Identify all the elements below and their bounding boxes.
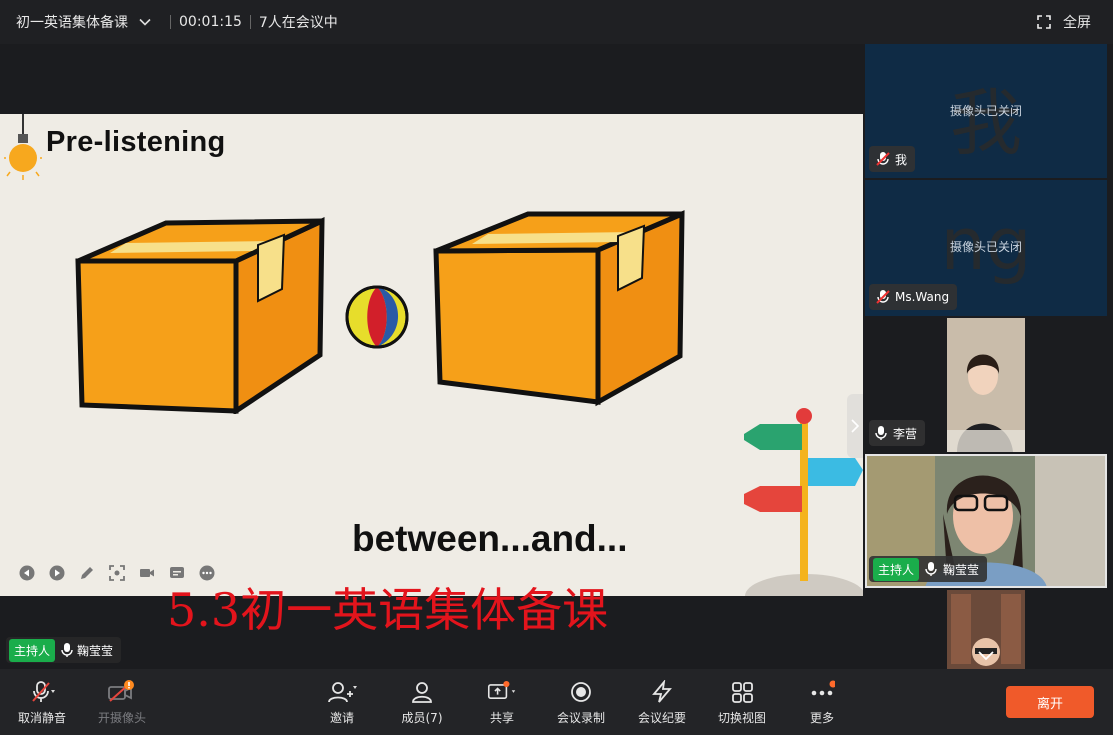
switch-view-button[interactable]: 切换视图 [712, 669, 772, 735]
pen-icon[interactable] [78, 564, 95, 581]
participant-tile[interactable] [865, 590, 1107, 669]
camera-off-status: 摄像头已关闭 [949, 104, 1022, 118]
elapsed-time: 00:01:15 [179, 14, 242, 30]
participant-tile[interactable]: ng 摄像头已关闭 Ms.Wang [865, 180, 1107, 316]
next-slide-icon[interactable] [48, 564, 65, 581]
participant-name-tag: Ms.Wang [869, 284, 958, 310]
microphone-muted-icon [876, 152, 890, 166]
share-screen-icon [487, 680, 516, 699]
presentation-slide[interactable]: Pre-listening between...and... [0, 114, 863, 596]
more-label: 更多 [809, 710, 834, 725]
fullscreen-button[interactable]: 全屏 [1037, 0, 1091, 44]
host-badge: 主持人 [9, 638, 56, 662]
grid-view-icon [732, 681, 753, 703]
start-camera-button[interactable]: 开摄像头 [90, 669, 154, 735]
participant-tile-active-speaker[interactable]: 主持人 鞠莹莹 [865, 454, 1107, 588]
divider [170, 15, 171, 29]
members-button[interactable]: 成员(7) [392, 669, 452, 735]
record-icon [571, 681, 591, 702]
record-button[interactable]: 会议录制 [551, 669, 611, 735]
participant-name: 鞠莹莹 [943, 562, 980, 577]
unmute-label: 取消静音 [17, 710, 66, 725]
speaker-badge: 主持人 鞠莹莹 [6, 637, 122, 663]
participant-name-tag: 主持人 鞠莹莹 [869, 556, 988, 582]
microphone-icon [875, 426, 887, 440]
fullscreen-icon [1037, 15, 1051, 29]
minutes-button[interactable]: 会议纪要 [632, 669, 692, 735]
signpost-illustration [744, 408, 863, 596]
microphone-icon [61, 643, 73, 657]
participant-tile[interactable]: 李营 [865, 318, 1107, 452]
screenshot-icon[interactable] [108, 564, 125, 581]
minutes-label: 会议纪要 [637, 710, 686, 725]
unmute-button[interactable]: 取消静音 [10, 669, 74, 735]
participant-name: 我 [895, 152, 908, 167]
add-user-icon [328, 681, 357, 702]
beach-ball-illustration [345, 285, 409, 349]
speaker-name: 鞠莹莹 [77, 643, 114, 658]
participant-panel: 我 摄像头已关闭 我 ng 摄像头已关闭 Ms.Wang 李营 主持人 鞠莹莹 [863, 44, 1113, 669]
microphone-muted-icon [32, 680, 55, 702]
participant-name: Ms.Wang [895, 290, 950, 304]
microphone-icon [925, 562, 937, 576]
invite-button[interactable]: 邀请 [312, 669, 372, 735]
more-button[interactable]: 更多 [792, 669, 852, 735]
chevron-down-icon[interactable] [138, 15, 152, 29]
chevron-down-icon[interactable] [977, 650, 995, 662]
box-left-illustration [75, 217, 325, 414]
more-dots-icon [811, 680, 835, 695]
video-feed [947, 318, 1025, 452]
participant-name-tag: 我 [869, 146, 916, 172]
meeting-title[interactable]: 初一英语集体备课 [16, 12, 128, 32]
participant-name-tag: 李营 [869, 420, 926, 446]
camera-off-icon [108, 679, 134, 702]
box-right-illustration [433, 210, 685, 407]
lightbulb-icon [4, 114, 42, 180]
video-icon[interactable] [138, 564, 155, 581]
top-bar: 初一英语集体备课 00:01:15 7人在会议中 全屏 [0, 0, 1113, 44]
share-label: 共享 [489, 710, 514, 725]
share-button[interactable]: 共享 [472, 669, 532, 735]
participant-count[interactable]: 7人在会议中 [259, 12, 338, 32]
participant-tile[interactable]: 我 摄像头已关闭 我 [865, 44, 1107, 178]
participant-name: 李营 [893, 426, 918, 441]
members-label: 成员(7) [401, 710, 443, 725]
meeting-toolbar: 取消静音 开摄像头 邀请 成员(7) 共享 会议录制 会议纪要 切换视图 更多 [0, 669, 1113, 735]
slide-caption: between...and... [352, 518, 628, 559]
start-camera-label: 开摄像头 [97, 710, 146, 725]
fullscreen-label: 全屏 [1063, 15, 1091, 31]
lightning-icon [652, 679, 672, 703]
divider [249, 15, 251, 29]
members-icon [412, 681, 432, 703]
previous-slide-icon[interactable] [18, 564, 35, 581]
participant-video-image [947, 318, 1025, 452]
invite-label: 邀请 [329, 710, 354, 725]
slide-next-handle[interactable] [847, 394, 863, 458]
leave-button[interactable]: 离开 [1006, 686, 1094, 718]
record-label: 会议录制 [556, 710, 605, 725]
switch-view-label: 切换视图 [717, 710, 766, 725]
camera-off-status: 摄像头已关闭 [949, 240, 1022, 254]
host-badge: 主持人 [873, 557, 920, 581]
meeting-watermark: 5.3初一英语集体备课 [167, 583, 609, 637]
slide-title: Pre-listening [46, 126, 226, 158]
meeting-window: 初一英语集体备课 00:01:15 7人在会议中 全屏 Pre-listenin… [0, 0, 1113, 735]
microphone-muted-icon [876, 290, 890, 304]
chevron-right-icon [851, 419, 860, 433]
